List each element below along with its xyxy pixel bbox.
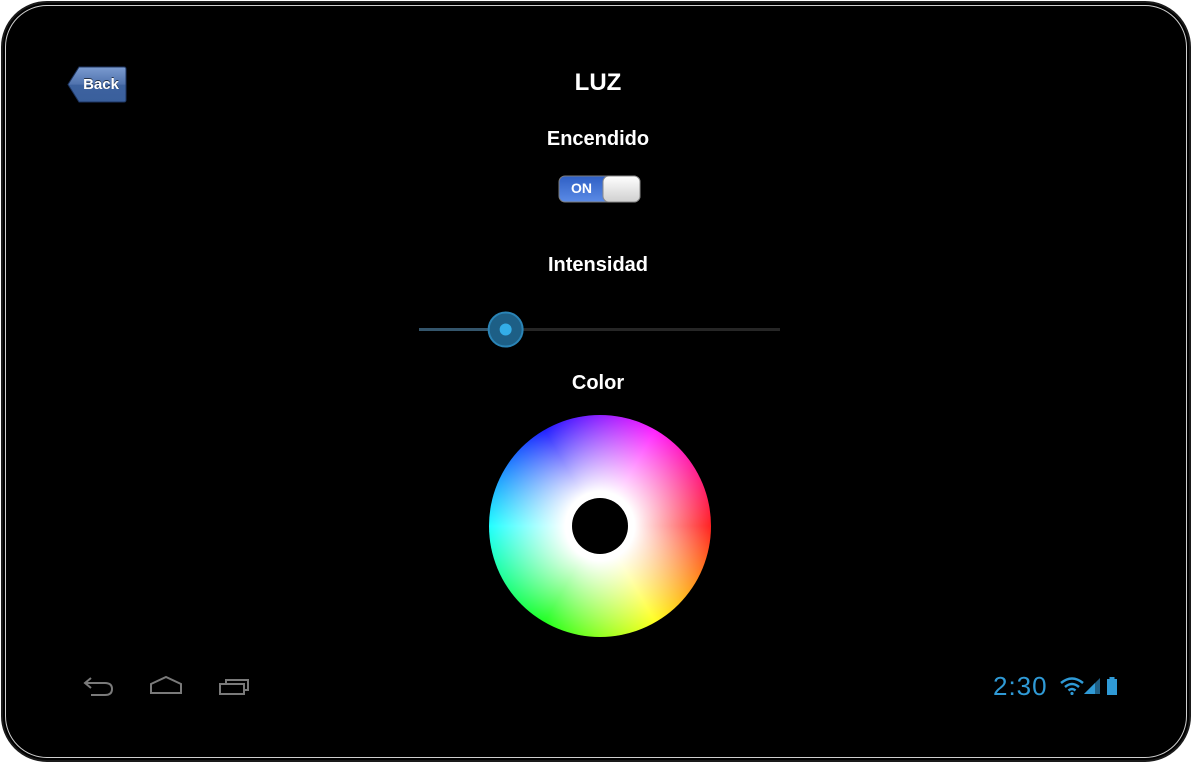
status-clock: 2:30 [993,671,1048,701]
toggle-on-label: ON [571,180,592,196]
intensity-label: Intensidad [547,254,648,276]
slider-graphic [419,311,780,348]
tablet-frame: Back LUZ Encendido ON Intensidad Color 2… [1,1,1191,762]
intensity-slider[interactable] [419,311,780,349]
color-wheel[interactable] [489,415,711,637]
signal-icon [1084,678,1100,694]
page-title: LUZ [574,69,622,96]
power-label: Encendido [546,128,650,150]
back-arrow-icon[interactable] [83,675,115,697]
power-toggle[interactable]: ON [558,175,641,203]
color-label: Color [571,372,625,394]
wifi-icon [1060,677,1084,695]
color-wheel-center [572,498,628,554]
home-icon[interactable] [149,675,183,697]
recent-apps-icon[interactable] [217,675,251,697]
battery-icon [1107,677,1117,695]
slider-thumb [499,323,512,336]
